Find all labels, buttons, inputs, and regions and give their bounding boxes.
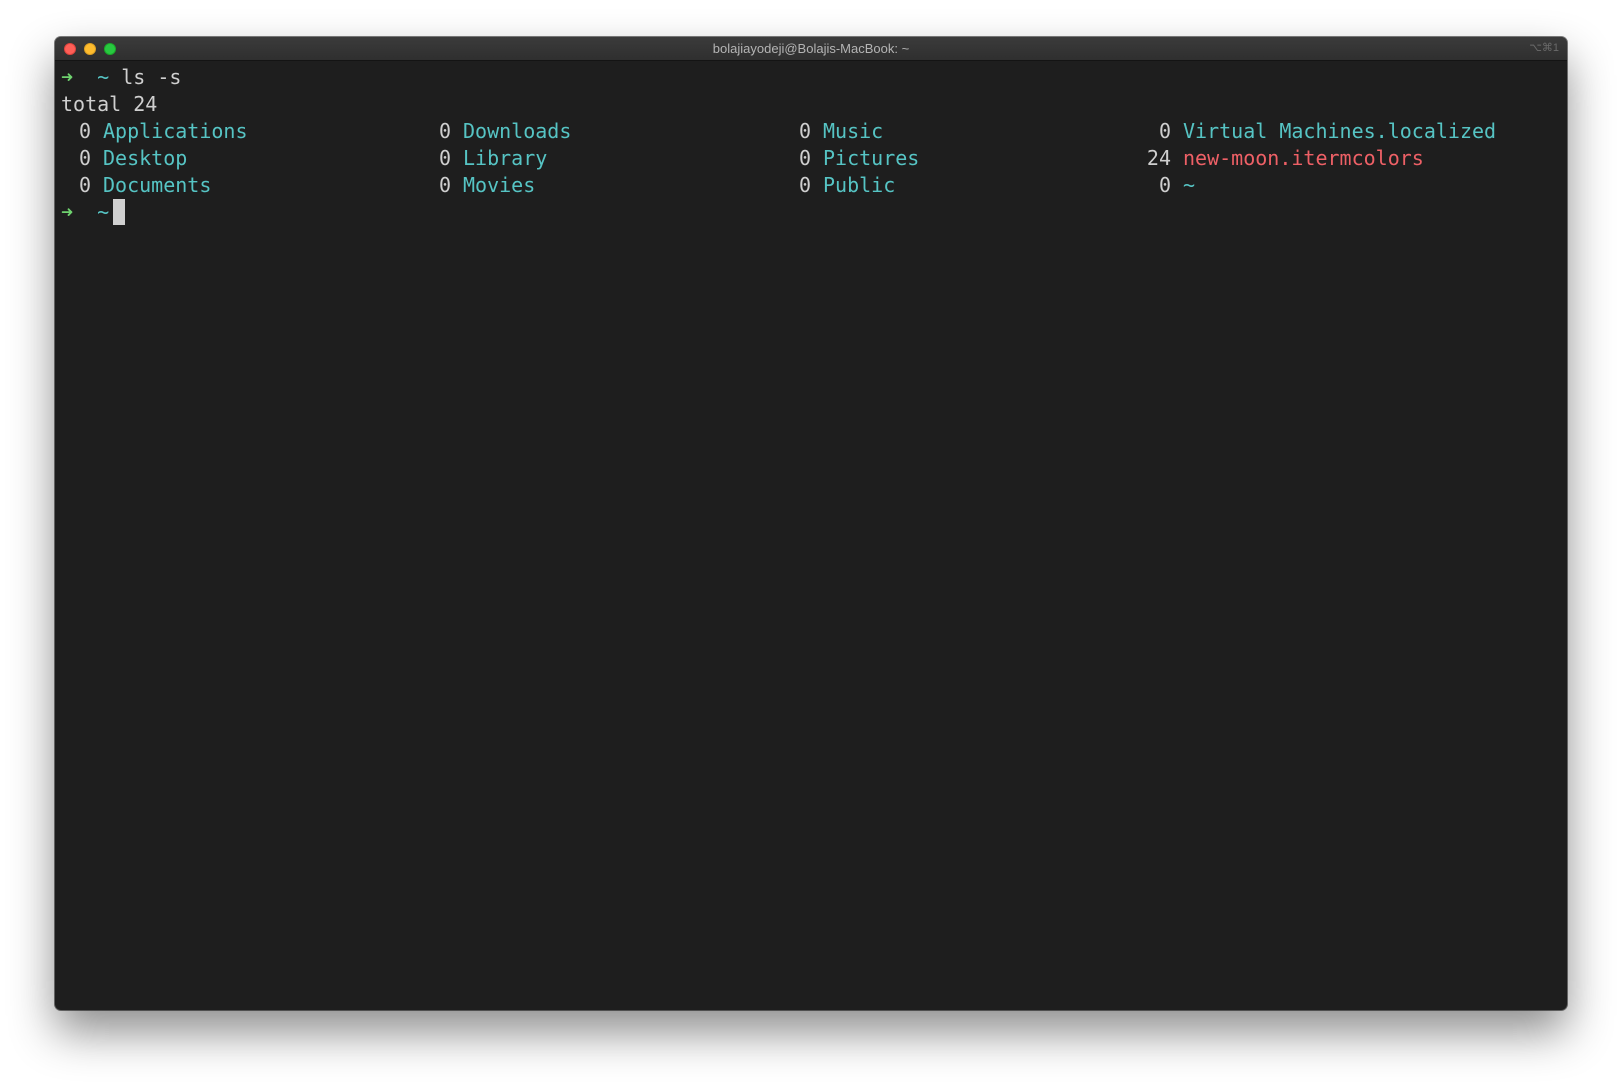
- window-title: bolajiayodeji@Bolajis-MacBook: ~: [712, 41, 910, 56]
- window-shortcut-label: ⌥⌘1: [1529, 42, 1559, 54]
- prompt-arrow-icon: ➜: [61, 200, 74, 224]
- entry-size: 0: [798, 119, 811, 143]
- active-prompt-line[interactable]: ➜ ~: [61, 199, 1561, 226]
- entry-size: 0: [1158, 173, 1171, 197]
- listing-entry: 0 Library: [421, 145, 547, 172]
- entry-name: Movies: [463, 173, 536, 197]
- entry-size: 24: [1146, 146, 1171, 170]
- listing-entry: 0 Music: [781, 118, 883, 145]
- listing-entry: 0 Downloads: [421, 118, 571, 145]
- listing-entry: 0 Public: [781, 172, 895, 199]
- listing-entry: 0 ~: [1141, 172, 1195, 199]
- entry-name: Pictures: [823, 146, 920, 170]
- terminal-window: bolajiayodeji@Bolajis-MacBook: ~ ⌥⌘1 ➜ ~…: [55, 37, 1567, 1010]
- listing-row: 0 Applications 0 Downloads 0 Music 0 Virtual…: [61, 118, 1561, 145]
- entry-size: 0: [438, 173, 451, 197]
- title-bar[interactable]: bolajiayodeji@Bolajis-MacBook: ~ ⌥⌘1: [55, 37, 1567, 61]
- listing-entry: 0 Pictures: [781, 145, 919, 172]
- prompt-arrow-icon: ➜: [61, 65, 74, 89]
- entry-name: Applications: [103, 119, 248, 143]
- entry-size: 0: [438, 146, 451, 170]
- entry-size: 0: [78, 173, 91, 197]
- entry-name: Public: [823, 173, 896, 197]
- prompt-directory: ~: [97, 200, 110, 224]
- prompt-directory: ~: [97, 65, 110, 89]
- entry-size: 0: [438, 119, 451, 143]
- entry-name: Downloads: [463, 119, 572, 143]
- total-line: total 24: [61, 92, 158, 116]
- entry-name: new-moon.itermcolors: [1183, 146, 1424, 170]
- terminal-output[interactable]: ➜ ~ ls -s total 24 0 Applications 0 Downlo…: [61, 64, 1561, 226]
- entry-size: 0: [798, 173, 811, 197]
- entry-size: 0: [78, 146, 91, 170]
- entry-size: 0: [798, 146, 811, 170]
- entry-name: Documents: [103, 173, 212, 197]
- listing-entry: 0 Virtual Machines.localized: [1141, 118, 1496, 145]
- entry-name: Library: [463, 146, 548, 170]
- command-line: ➜ ~ ls -s: [61, 64, 1561, 91]
- text-cursor: [113, 199, 126, 225]
- entry-name: Virtual Machines.localized: [1183, 119, 1497, 143]
- entry-name: Desktop: [103, 146, 188, 170]
- entry-size: 0: [1158, 119, 1171, 143]
- listing-entry: 0 Applications: [61, 118, 248, 145]
- listing-entry: 0 Documents: [61, 172, 211, 199]
- entry-name: ~: [1183, 173, 1196, 197]
- listing-entry: 0 Desktop: [61, 145, 187, 172]
- entry-size: 0: [78, 119, 91, 143]
- listing-entry: 0 Movies: [421, 172, 535, 199]
- entry-name: Music: [823, 119, 884, 143]
- listing-row: 0 Desktop 0 Library 0 Pictures 24 new-moon.i…: [61, 145, 1561, 172]
- listing-row: 0 Documents 0 Movies 0 Public 0 ~: [61, 172, 1561, 199]
- listing-entry: 24 new-moon.itermcolors: [1141, 145, 1424, 172]
- command-text: ls -s: [121, 65, 182, 89]
